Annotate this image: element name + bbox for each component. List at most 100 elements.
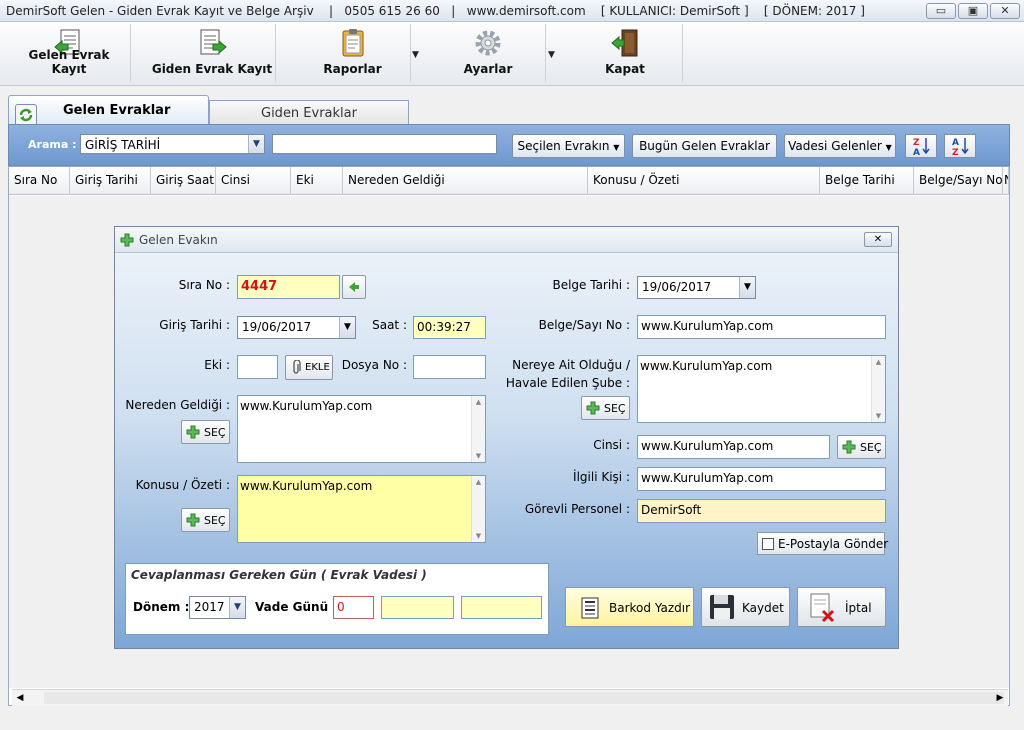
tab-giden-label: Giden Evraklar (261, 106, 357, 121)
giris-tarihi-value: 19/06/2017 (242, 320, 312, 334)
memo-scrollbar[interactable]: ▲ ▼ (471, 396, 485, 462)
clipboard-report-icon (342, 29, 363, 57)
giris-tarihi-picker[interactable]: 19/06/2017 ▼ (237, 316, 356, 339)
scroll-right-icon[interactable]: ▶ (994, 692, 1006, 704)
add-plus-icon (586, 401, 600, 415)
column-giris-tarihi[interactable]: Giriş Tarihi (70, 167, 151, 195)
maximize-button[interactable]: ▣ (958, 3, 988, 19)
main-toolbar: Gelen Evrak Kayıt Giden Evrak Kayıt Rapo… (0, 22, 1024, 86)
add-plus-icon (186, 513, 200, 527)
memo-scrollbar[interactable]: ▲ ▼ (471, 476, 485, 542)
nereye-sec-button[interactable]: SEÇ (581, 396, 630, 420)
cinsi-sec-button[interactable]: SEÇ (837, 435, 886, 459)
dosya-no-field[interactable] (413, 355, 486, 379)
saat-field[interactable]: 00:39:27 (413, 316, 486, 339)
column-belge-tarihi[interactable]: Belge Tarihi (820, 167, 914, 195)
belge-sayi-no-field[interactable]: www.KurulumYap.com (637, 315, 886, 339)
chevron-down-icon[interactable]: ▼ (229, 597, 245, 618)
tab-gelen-label: Gelen Evraklar (63, 103, 171, 118)
scroll-left-icon[interactable]: ◀ (14, 692, 26, 704)
tab-giden-evraklar[interactable]: Giden Evraklar (209, 100, 409, 125)
close-button[interactable]: ✕ (990, 3, 1020, 19)
sort-za-icon: Z A (913, 138, 930, 158)
sort-descending-button[interactable]: Z A (905, 134, 937, 158)
memo-scrollbar[interactable]: ▲ ▼ (871, 356, 885, 422)
gelen-evrak-kayit-label: Gelen Evrak Kayıt (28, 48, 110, 76)
ayarlar-label: Ayarlar (463, 62, 513, 76)
eki-label: Eki : (204, 358, 230, 372)
raporlar-dropdown-icon[interactable]: ▼ (412, 50, 419, 60)
nereden-geldigi-memo[interactable]: www.KurulumYap.com ▲ ▼ (237, 395, 486, 463)
column-sira-no[interactable]: Sıra No (9, 167, 70, 195)
title-bar: DemirSoft Gelen - Giden Evrak Kayıt ve B… (0, 0, 1024, 22)
column-nereden-geldigi[interactable]: Nereden Geldiği (343, 167, 588, 195)
sira-no-action-button[interactable] (342, 275, 366, 299)
eki-field[interactable] (237, 355, 278, 379)
kaydet-button[interactable]: Kaydet (701, 587, 790, 627)
svg-text:A: A (952, 138, 959, 148)
belge-sayi-no-label: Belge/Sayı No : (538, 318, 630, 332)
toolbar-separator (410, 24, 411, 82)
chevron-down-icon[interactable]: ▼ (248, 135, 264, 153)
email-send-checkbox[interactable]: E-Postayla Gönder (757, 532, 888, 555)
ilgili-kisi-field[interactable]: www.KurulumYap.com (637, 467, 886, 491)
ilgili-kisi-label: İlgili Kişi : (573, 470, 630, 484)
giden-evrak-kayit-button[interactable]: Giden Evrak Kayıt (150, 22, 274, 85)
column-belge-sayi-no[interactable]: Belge/Sayı No (914, 167, 1003, 195)
konusu-sec-button[interactable]: SEÇ (181, 508, 230, 532)
gear-icon (475, 30, 501, 56)
raporlar-button[interactable]: Raporlar (300, 22, 405, 85)
cinsi-field[interactable]: www.KurulumYap.com (637, 435, 830, 459)
dialog-close-button[interactable]: ✕ (864, 232, 892, 247)
belge-tarihi-picker[interactable]: 19/06/2017 ▼ (637, 276, 756, 299)
nereden-sec-button[interactable]: SEÇ (181, 420, 230, 444)
add-plus-icon (120, 233, 134, 247)
tab-gelen-evraklar[interactable]: Gelen Evraklar (8, 95, 209, 125)
sira-no-label: Sıra No : (178, 278, 230, 292)
column-cinsi[interactable]: Cinsi (216, 167, 291, 195)
vade-group-title: Cevaplanması Gereken Gün ( Evrak Vadesi … (131, 568, 427, 582)
column-konusu-ozeti[interactable]: Konusu / Özeti (588, 167, 820, 195)
checkbox-icon[interactable] (762, 538, 774, 550)
column-giris-saati[interactable]: Giriş Saati (151, 167, 216, 195)
kapat-button[interactable]: Kapat (575, 22, 675, 85)
nereye-ait-memo[interactable]: www.KurulumYap.com ▲ ▼ (637, 355, 886, 423)
vade-extra-field-1[interactable] (381, 596, 454, 619)
gelen-evrak-kayit-button[interactable]: Gelen Evrak Kayıt (10, 22, 128, 85)
dialog-title-bar (115, 227, 898, 253)
sira-no-field[interactable]: 4447 (237, 275, 340, 299)
secilen-evrakin-button[interactable]: Seçilen Evrakın ▼ (512, 134, 625, 158)
horizontal-scrollbar[interactable]: ◀ ▶ (12, 689, 1008, 706)
ayarlar-button[interactable]: Ayarlar (438, 22, 538, 85)
minimize-button[interactable]: ▭ (926, 3, 956, 19)
vade-extra-field-2[interactable] (461, 596, 542, 619)
vadesi-gelenler-button[interactable]: Vadesi Gelenler ▼ (784, 134, 896, 158)
vade-gunu-field[interactable]: 0 (333, 596, 374, 619)
search-input[interactable] (272, 134, 497, 154)
ayarlar-dropdown-icon[interactable]: ▼ (548, 50, 555, 60)
exit-door-icon (611, 29, 638, 57)
nereye-ait-label-line2: Havale Edilen Şube : (505, 376, 630, 390)
vade-gunu-label: Vade Günü : (255, 600, 338, 614)
toolbar-separator (275, 24, 276, 82)
donem-select[interactable]: 2017 ▼ (189, 596, 246, 619)
gorevli-personel-field[interactable]: DemirSoft (637, 499, 886, 523)
search-label: Arama : (28, 138, 77, 151)
barkod-yazdir-button[interactable]: Barkod Yazdır (565, 587, 694, 627)
sort-az-icon: A Z (952, 138, 969, 158)
iptal-button[interactable]: İptal (797, 587, 886, 627)
search-field-select[interactable]: GİRİŞ TARİHİ ▼ (80, 134, 265, 154)
bugun-gelen-evraklar-button[interactable]: Bugün Gelen Evraklar (632, 134, 777, 158)
ekle-button[interactable]: EKLE (285, 355, 333, 380)
add-plus-icon (842, 440, 856, 454)
sort-ascending-button[interactable]: A Z (944, 134, 976, 158)
chevron-down-icon[interactable]: ▼ (739, 277, 755, 298)
chevron-down-icon[interactable]: ▼ (339, 317, 355, 338)
scrollbar-track[interactable] (44, 692, 1004, 704)
column-eki[interactable]: Eki (291, 167, 343, 195)
refresh-icon[interactable] (15, 104, 37, 126)
column-truncated[interactable]: N (1003, 167, 1009, 195)
grid-header: Sıra No Giriş Tarihi Giriş Saati Cinsi E… (9, 167, 1009, 195)
toolbar-separator (682, 24, 683, 82)
konusu-ozeti-memo[interactable]: www.KurulumYap.com ▲ ▼ (237, 475, 486, 543)
